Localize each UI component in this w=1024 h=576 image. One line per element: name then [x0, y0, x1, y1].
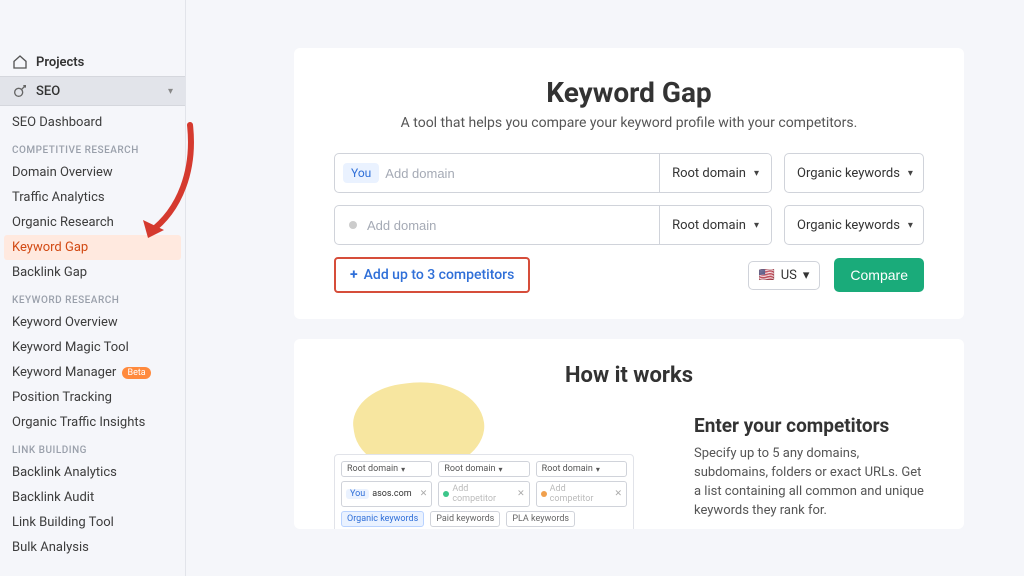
beta-badge: Beta: [122, 367, 150, 379]
you-domain-box: You Root domain ▾: [334, 153, 772, 193]
page-title: Keyword Gap: [334, 76, 924, 109]
you-root-select[interactable]: Root domain ▾: [659, 154, 771, 192]
nav-domain-overview[interactable]: Domain Overview: [0, 160, 185, 185]
how-heading: Enter your competitors: [694, 414, 924, 437]
you-keywords-label: Organic keywords: [797, 166, 900, 181]
nav-seo-label: SEO: [36, 84, 60, 99]
nav-organic-traffic-insights[interactable]: Organic Traffic Insights: [0, 410, 185, 435]
nav-link-building-tool[interactable]: Link Building Tool: [0, 510, 185, 535]
flag-us-icon: 🇺🇸: [759, 268, 775, 283]
you-keywords-select[interactable]: Organic keywords ▾: [784, 153, 924, 193]
chevron-down-icon: ▾: [168, 86, 173, 97]
nav-backlink-audit[interactable]: Backlink Audit: [0, 485, 185, 510]
competitor-domain-input[interactable]: [367, 218, 659, 233]
nav-keyword-gap[interactable]: Keyword Gap: [4, 235, 181, 260]
nav-keyword-manager-label: Keyword Manager: [12, 365, 116, 380]
keyword-gap-card: Keyword Gap A tool that helps you compar…: [294, 48, 964, 319]
you-chip: You: [343, 163, 379, 183]
nav-keyword-overview[interactable]: Keyword Overview: [0, 310, 185, 335]
nav-position-tracking[interactable]: Position Tracking: [0, 385, 185, 410]
nav-traffic-analytics[interactable]: Traffic Analytics: [0, 185, 185, 210]
chevron-down-icon: ▾: [803, 268, 810, 283]
chevron-down-icon: ▾: [908, 168, 913, 179]
main-content: Keyword Gap A tool that helps you compar…: [186, 0, 1024, 576]
nav-seo-dashboard[interactable]: SEO Dashboard: [0, 110, 185, 135]
how-body-text: Specify up to 5 any domains, subdomains,…: [694, 445, 924, 520]
home-icon: [12, 54, 28, 70]
target-icon: [12, 83, 28, 99]
mini-form-illustration: Root domain▾ Root domain▾ Root domain▾ Y…: [334, 454, 634, 529]
competitor-root-select[interactable]: Root domain ▾: [659, 206, 771, 244]
competitor-keywords-select[interactable]: Organic keywords ▾: [784, 205, 924, 245]
form-actions: + Add up to 3 competitors 🇺🇸 US ▾ Compar…: [334, 257, 924, 293]
competitor-root-label: Root domain: [672, 218, 746, 233]
nav-projects-label: Projects: [36, 55, 84, 70]
competitor-domain-box: Root domain ▾: [334, 205, 772, 245]
nav-keyword-manager[interactable]: Keyword Manager Beta: [0, 360, 185, 385]
compare-button[interactable]: Compare: [834, 258, 924, 292]
page-subtitle: A tool that helps you compare your keywo…: [334, 115, 924, 131]
how-illustration: Root domain▾ Root domain▾ Root domain▾ Y…: [334, 402, 644, 520]
country-label: US: [781, 268, 797, 283]
competitor-keywords-label: Organic keywords: [797, 218, 900, 233]
add-competitors-label: Add up to 3 competitors: [364, 267, 515, 283]
chevron-down-icon: ▾: [908, 220, 913, 231]
section-keyword: KEYWORD RESEARCH: [0, 285, 185, 310]
nav-backlink-analytics[interactable]: Backlink Analytics: [0, 460, 185, 485]
section-competitive: COMPETITIVE RESEARCH: [0, 135, 185, 160]
nav-seo[interactable]: SEO ▾: [0, 76, 185, 106]
section-link-building: LINK BUILDING: [0, 435, 185, 460]
country-select[interactable]: 🇺🇸 US ▾: [748, 261, 821, 290]
you-domain-input[interactable]: [385, 166, 659, 181]
nav-bulk-analysis[interactable]: Bulk Analysis: [0, 535, 185, 560]
nav-organic-research[interactable]: Organic Research: [0, 210, 185, 235]
nav-projects[interactable]: Projects: [0, 48, 185, 76]
form-row-competitor: Root domain ▾ Organic keywords ▾: [334, 205, 924, 245]
form-row-you: You Root domain ▾ Organic keywords ▾: [334, 153, 924, 193]
competitor-dot: [349, 221, 357, 229]
how-text: Enter your competitors Specify up to 5 a…: [694, 402, 924, 520]
plus-icon: +: [350, 267, 358, 283]
chevron-down-icon: ▾: [754, 220, 759, 231]
you-root-label: Root domain: [672, 166, 746, 181]
nav-keyword-magic-tool[interactable]: Keyword Magic Tool: [0, 335, 185, 360]
nav-backlink-gap[interactable]: Backlink Gap: [0, 260, 185, 285]
how-it-works-card: How it works Root domain▾ Root domain▾ R…: [294, 339, 964, 529]
add-competitors-button[interactable]: + Add up to 3 competitors: [334, 257, 530, 293]
sidebar: Projects SEO ▾ SEO Dashboard COMPETITIVE…: [0, 0, 186, 576]
chevron-down-icon: ▾: [754, 168, 759, 179]
